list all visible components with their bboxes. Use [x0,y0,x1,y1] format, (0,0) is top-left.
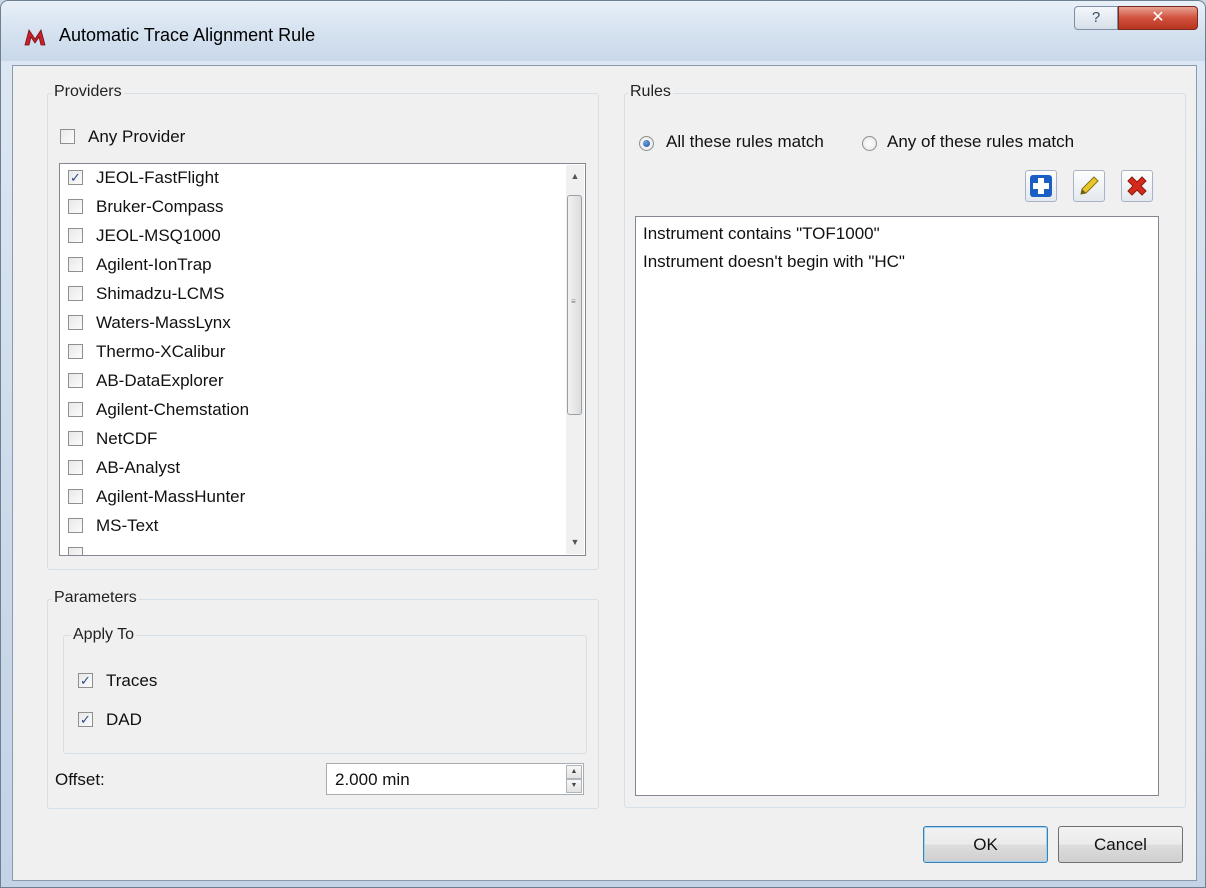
provider-checkbox[interactable] [68,518,83,533]
any-provider-label: Any Provider [88,127,186,146]
ok-button[interactable]: OK [923,826,1048,863]
provider-item-ms-text[interactable]: MS-Text [68,512,548,541]
provider-label: JEOL-FastFlight [96,168,219,187]
provider-list[interactable]: ✓ JEOL-FastFlight Bruker-Compass JEOL-MS… [59,163,586,556]
provider-item-jeol-fastflight[interactable]: ✓ JEOL-FastFlight [68,164,548,193]
scrollbar-grip-icon: ≡ [571,297,576,306]
provider-item-agilent-chemstation[interactable]: Agilent-Chemstation [68,396,548,425]
match-all-radio[interactable] [639,136,654,151]
offset-spinbox[interactable]: 2.000 min ▲ ▼ [326,763,584,795]
provider-label: Thermo-XCalibur [96,342,226,361]
provider-item-shimadzu-lcms[interactable]: Shimadzu-LCMS [68,280,548,309]
scroll-up-arrow-icon[interactable]: ▲ [566,167,584,185]
provider-checkbox[interactable] [68,315,83,330]
rule-item[interactable]: Instrument contains "TOF1000" [643,224,880,244]
spin-up-icon[interactable]: ▲ [566,765,582,779]
provider-checkbox[interactable] [68,489,83,504]
provider-checkbox[interactable] [68,431,83,446]
rules-group-label: Rules [628,83,673,101]
help-icon: ? [1091,9,1101,26]
provider-label: Agilent-MassHunter [96,487,246,506]
provider-item-bruker-compass[interactable]: Bruker-Compass [68,193,548,222]
provider-item-agilent-masshunter[interactable]: Agilent-MassHunter [68,483,548,512]
provider-item-ab-analyst[interactable]: AB-Analyst [68,454,548,483]
provider-checkbox[interactable]: ✓ [68,170,83,185]
dialog-body: Providers Any Provider ✓ JEOL-FastFlight… [12,65,1197,881]
provider-label: Shimadzu-LCMS [96,284,225,303]
title-bar[interactable]: Automatic Trace Alignment Rule ? ✕ [1,1,1205,61]
provider-label: Agilent-Chemstation [96,400,250,419]
offset-spin-buttons[interactable]: ▲ ▼ [566,765,582,793]
dad-checkbox[interactable]: ✓ [78,712,93,727]
apply-to-group [63,635,587,754]
dialog-window: Automatic Trace Alignment Rule ? ✕ Provi… [0,0,1206,888]
traces-checkbox[interactable]: ✓ [78,673,93,688]
offset-label: Offset: [55,770,105,789]
provider-label: NetCDF [96,429,158,448]
scrollbar-thumb[interactable]: ≡ [567,195,582,415]
window-title: Automatic Trace Alignment Rule [59,25,316,45]
provider-item-waters-masslynx[interactable]: Waters-MassLynx [68,309,548,338]
provider-checkbox[interactable] [68,199,83,214]
close-icon: ✕ [1151,9,1165,26]
spin-down-icon[interactable]: ▼ [566,779,582,793]
provider-item-jeol-msq1000[interactable]: JEOL-MSQ1000 [68,222,548,251]
match-all-label: All these rules match [666,132,824,151]
app-logo-icon [23,27,47,47]
provider-label: JEOL-MSQ1000 [96,226,221,245]
provider-checkbox[interactable] [68,257,83,272]
parameters-group-label: Parameters [52,589,139,607]
provider-label: Waters-MassLynx [96,313,231,332]
help-button[interactable]: ? [1074,6,1118,30]
provider-label: Bruker-Compass [96,197,224,216]
rule-item[interactable]: Instrument doesn't begin with "HC" [643,252,905,272]
offset-value: 2.000 min [335,770,410,789]
provider-label: Agilent-IonTrap [96,255,212,274]
add-rule-button[interactable] [1025,170,1057,202]
delete-x-icon [1127,176,1147,196]
provider-label: AB-Analyst [96,458,181,477]
provider-checkbox[interactable] [68,547,83,555]
provider-item-ab-dataexplorer[interactable]: AB-DataExplorer [68,367,548,396]
match-any-radio[interactable] [862,136,877,151]
close-button[interactable]: ✕ [1118,6,1198,30]
provider-item-partial[interactable] [68,541,548,555]
provider-checkbox[interactable] [68,286,83,301]
any-provider-checkbox[interactable] [60,129,75,144]
provider-item-thermo-xcalibur[interactable]: Thermo-XCalibur [68,338,548,367]
provider-item-netcdf[interactable]: NetCDF [68,425,548,454]
match-any-label: Any of these rules match [887,132,1075,151]
providers-group-label: Providers [52,83,124,101]
provider-label: MS-Text [96,516,159,535]
provider-item-agilent-iontrap[interactable]: Agilent-IonTrap [68,251,548,280]
traces-label: Traces [106,671,158,690]
provider-label: AB-DataExplorer [96,371,224,390]
provider-checkbox[interactable] [68,460,83,475]
scroll-down-arrow-icon[interactable]: ▼ [566,533,584,551]
provider-checkbox[interactable] [68,373,83,388]
cancel-button[interactable]: Cancel [1058,826,1183,863]
provider-checkbox[interactable] [68,402,83,417]
provider-checkbox[interactable] [68,344,83,359]
edit-rule-button[interactable] [1073,170,1105,202]
rules-list[interactable]: Instrument contains "TOF1000" Instrument… [635,216,1159,796]
delete-rule-button[interactable] [1121,170,1153,202]
provider-list-scrollbar[interactable]: ▲ ≡ ▼ [566,165,584,554]
apply-to-group-label: Apply To [71,626,137,644]
pencil-icon [1080,176,1099,195]
plus-icon [1030,175,1052,197]
provider-checkbox[interactable] [68,228,83,243]
dad-label: DAD [106,710,142,729]
